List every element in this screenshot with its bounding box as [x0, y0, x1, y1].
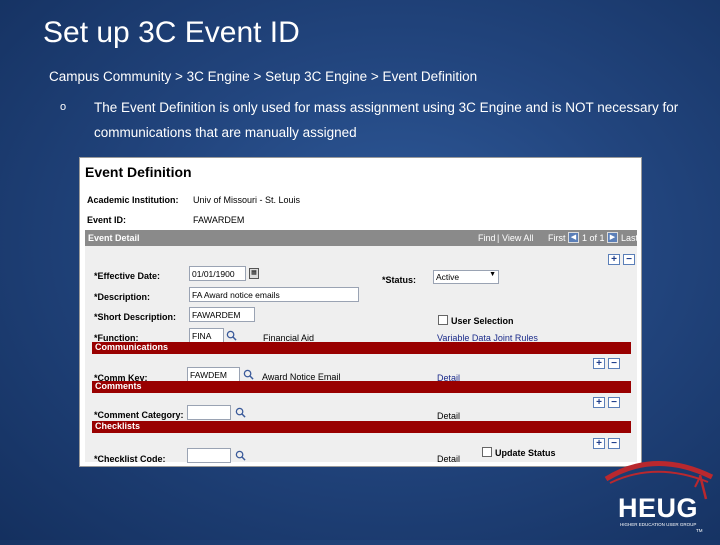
- delete-checklist-row-icon[interactable]: −: [608, 438, 620, 449]
- communications-header: Communications: [92, 342, 631, 354]
- next-arrow-icon[interactable]: ▶: [607, 232, 618, 243]
- function-input[interactable]: FINA: [189, 328, 224, 343]
- lookup-icon[interactable]: [235, 407, 246, 418]
- event-detail-title: Event Detail: [88, 233, 140, 243]
- add-row-icon[interactable]: +: [608, 254, 620, 265]
- event-detail-body: + − *Effective Date: 01/01/1900 ▦ *Statu…: [85, 246, 637, 464]
- add-comm-row-icon[interactable]: +: [593, 358, 605, 369]
- event-definition-panel: Event Definition Academic Institution: U…: [79, 157, 642, 467]
- status-label: *Status:: [382, 275, 417, 285]
- row-count: 1 of 1: [582, 233, 605, 243]
- comment-category-input[interactable]: [187, 405, 231, 420]
- add-checklist-row-icon[interactable]: +: [593, 438, 605, 449]
- user-selection-label: User Selection: [451, 316, 514, 326]
- separator: |: [497, 233, 500, 243]
- event-detail-bar: Event Detail Find | View All First ◀ 1 o…: [85, 230, 638, 246]
- description-label: *Description:: [94, 292, 151, 302]
- effective-date-input[interactable]: 01/01/1900: [189, 266, 246, 281]
- checklist-detail-text: Detail: [437, 454, 461, 464]
- lookup-icon[interactable]: [243, 369, 254, 380]
- update-status-label: Update Status: [495, 448, 556, 458]
- delete-comm-row-icon[interactable]: −: [608, 358, 620, 369]
- heug-logo-tm: TM: [696, 528, 703, 533]
- communications-header-label: Communications: [95, 342, 169, 352]
- breadcrumb: Campus Community > 3C Engine > Setup 3C …: [49, 69, 478, 84]
- checklists-header-label: Checklists: [95, 421, 141, 431]
- short-description-label: *Short Description:: [94, 312, 177, 322]
- find-link[interactable]: Find: [478, 233, 496, 243]
- comm-key-input[interactable]: FAWDEM: [187, 367, 240, 382]
- delete-row-icon[interactable]: −: [623, 254, 635, 265]
- comment-category-label: *Comment Category:: [94, 410, 184, 420]
- comments-header-label: Comments: [95, 381, 142, 391]
- short-description-input[interactable]: FAWARDEM: [189, 307, 255, 322]
- event-id-value: FAWARDEM: [193, 215, 245, 225]
- academic-institution-value: Univ of Missouri - St. Louis: [193, 195, 301, 205]
- status-select[interactable]: Active ▼: [433, 270, 499, 284]
- lookup-icon[interactable]: [226, 330, 237, 341]
- checklists-header: Checklists: [92, 421, 631, 433]
- status-select-value: Active: [436, 272, 460, 282]
- heug-logo-subtext: HIGHER EDUCATION USER GROUP: [620, 522, 697, 527]
- comments-header: Comments: [92, 381, 631, 393]
- view-all-link[interactable]: View All: [502, 233, 533, 243]
- add-comment-row-icon[interactable]: +: [593, 397, 605, 408]
- heug-logo-text: HEUG: [618, 493, 699, 523]
- first-link[interactable]: First: [548, 233, 566, 243]
- slide-title: Set up 3C Event ID: [43, 16, 300, 49]
- bullet-text: The Event Definition is only used for ma…: [94, 100, 679, 140]
- comment-detail-text: Detail: [437, 411, 461, 421]
- checklist-code-label: *Checklist Code:: [94, 454, 166, 464]
- user-selection-checkbox[interactable]: [438, 315, 448, 325]
- checklist-code-input[interactable]: [187, 448, 231, 463]
- calendar-icon[interactable]: ▦: [249, 268, 259, 279]
- previous-arrow-icon[interactable]: ◀: [568, 232, 579, 243]
- delete-comment-row-icon[interactable]: −: [608, 397, 620, 408]
- event-id-label: Event ID:: [87, 215, 127, 225]
- last-link[interactable]: Last: [621, 233, 638, 243]
- update-status-checkbox[interactable]: [482, 447, 492, 457]
- academic-institution-label: Academic Institution:: [87, 195, 179, 205]
- heug-logo: HEUG HIGHER EDUCATION USER GROUP TM: [600, 455, 720, 540]
- lookup-icon[interactable]: [235, 450, 246, 461]
- description-input[interactable]: FA Award notice emails: [189, 287, 359, 302]
- bullet-mark: o: [60, 101, 67, 113]
- panel-title: Event Definition: [85, 164, 192, 180]
- chevron-down-icon: ▼: [489, 271, 496, 278]
- effective-date-label: *Effective Date:: [94, 271, 161, 281]
